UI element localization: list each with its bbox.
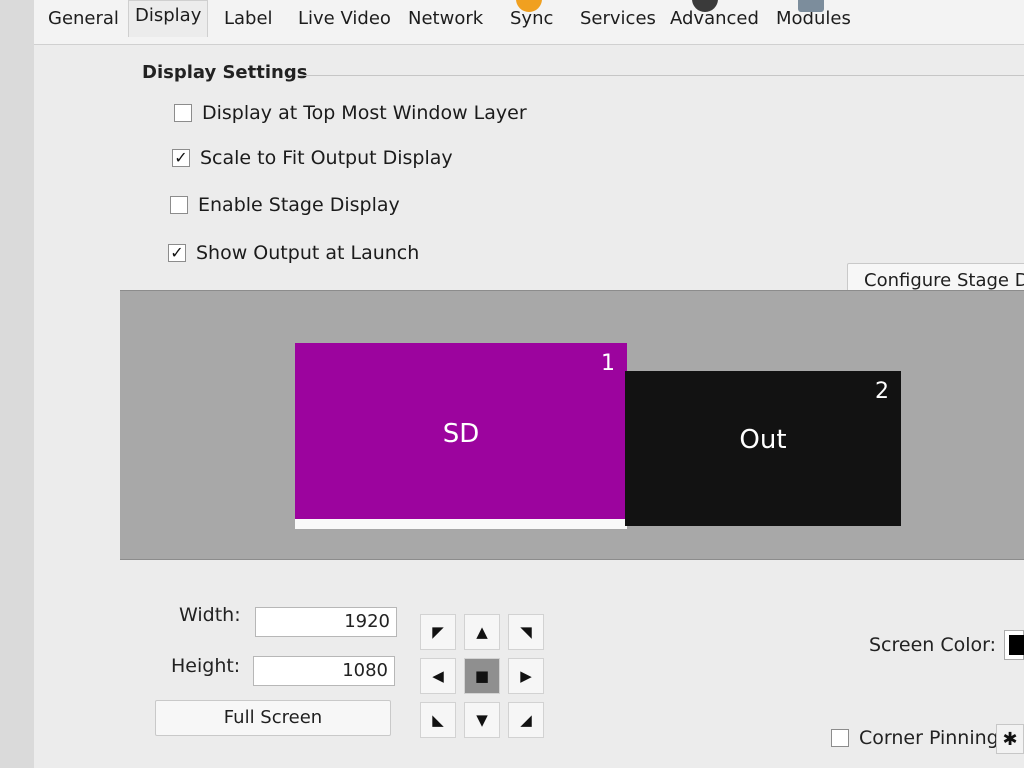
display-settings-title: Display Settings — [142, 62, 308, 83]
width-input[interactable]: 1920 — [255, 607, 397, 637]
group-divider — [300, 75, 1024, 76]
tab-display[interactable]: Display — [128, 0, 209, 37]
tab-general[interactable]: General — [42, 4, 125, 38]
tab-sync[interactable]: Sync — [504, 0, 559, 38]
option-top-most-layer[interactable]: Display at Top Most Window Layer — [174, 102, 527, 124]
corner-pinning-option[interactable]: Corner Pinning — [831, 727, 999, 749]
checkbox-unchecked[interactable] — [831, 729, 849, 747]
option-label: Enable Stage Display — [198, 194, 400, 216]
arrow-down-left-icon[interactable]: ◣ — [420, 702, 456, 738]
preferences-window: General Display Label Live Video Network… — [34, 0, 1024, 768]
screen-sd[interactable]: SD 1 — [295, 343, 627, 529]
tab-live-video[interactable]: Live Video — [292, 4, 397, 38]
display-preview-area: SD 1 Out 2 — [120, 290, 1024, 560]
tab-modules[interactable]: Modules — [770, 0, 857, 38]
arrow-down-icon[interactable]: ▼ — [464, 702, 500, 738]
option-enable-stage-display[interactable]: Enable Stage Display — [170, 194, 400, 216]
color-swatch-fill — [1009, 635, 1024, 655]
checkbox-unchecked[interactable] — [174, 104, 192, 122]
screen-out[interactable]: Out 2 — [625, 371, 901, 526]
tab-network[interactable]: Network — [402, 4, 489, 38]
height-label: Height: — [171, 655, 241, 677]
arrow-left-icon[interactable]: ◀ — [420, 658, 456, 694]
screen-number: 2 — [875, 379, 889, 404]
screen-name: Out — [739, 425, 787, 455]
option-scale-to-fit[interactable]: ✓ Scale to Fit Output Display — [172, 147, 453, 169]
arrow-right-icon[interactable]: ▶ — [508, 658, 544, 694]
arrow-down-right-icon[interactable]: ◢ — [508, 702, 544, 738]
full-screen-button[interactable]: Full Screen — [155, 700, 391, 736]
modules-icon — [798, 0, 824, 12]
arrow-up-left-icon[interactable]: ◤ — [420, 614, 456, 650]
tab-advanced[interactable]: Advanced — [664, 0, 765, 38]
arrow-up-right-icon[interactable]: ◥ — [508, 614, 544, 650]
gear-icon[interactable]: ✱ — [996, 724, 1024, 754]
position-arrow-pad: ◤ ▲ ◥ ◀ ■ ▶ ◣ ▼ ◢ — [420, 614, 544, 738]
center-stop-icon[interactable]: ■ — [464, 658, 500, 694]
background-window-edge — [0, 0, 35, 768]
checkbox-checked[interactable]: ✓ — [168, 244, 186, 262]
arrow-up-icon[interactable]: ▲ — [464, 614, 500, 650]
corner-pinning-label: Corner Pinning — [859, 727, 999, 749]
option-label: Scale to Fit Output Display — [200, 147, 453, 169]
option-label: Show Output at Launch — [196, 242, 420, 264]
screen-number: 1 — [601, 351, 615, 376]
tab-services[interactable]: Services — [574, 4, 662, 38]
option-show-output-at-launch[interactable]: ✓ Show Output at Launch — [168, 242, 419, 264]
width-label: Width: — [179, 604, 241, 626]
screen-status-bar — [295, 519, 627, 529]
option-label: Display at Top Most Window Layer — [202, 102, 527, 124]
checkbox-unchecked[interactable] — [170, 196, 188, 214]
height-input[interactable]: 1080 — [253, 656, 395, 686]
screen-color-label: Screen Color: — [869, 634, 997, 656]
tab-label[interactable]: Label — [218, 4, 279, 38]
screen-name: SD — [442, 419, 480, 449]
screen-color-swatch[interactable] — [1004, 630, 1024, 660]
tab-bar: General Display Label Live Video Network… — [34, 0, 1024, 45]
checkbox-checked[interactable]: ✓ — [172, 149, 190, 167]
